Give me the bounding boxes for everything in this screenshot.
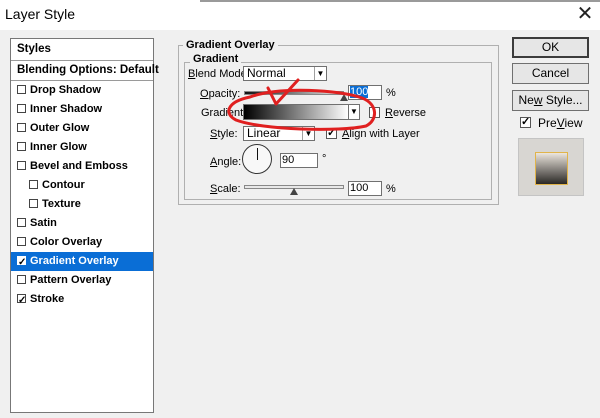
preview-label: PreView: [538, 116, 583, 130]
gradient-label: Gradient:: [201, 107, 247, 119]
style-item-stroke[interactable]: Stroke: [11, 290, 153, 310]
style-select[interactable]: Linear ▼: [243, 126, 315, 141]
opacity-slider-fill: [245, 92, 343, 94]
scale-unit: %: [386, 183, 396, 195]
ok-button[interactable]: OK: [512, 37, 589, 58]
scale-label: Scale:: [210, 183, 241, 195]
chevron-down-icon: ▼: [302, 127, 314, 140]
checkbox[interactable]: [17, 85, 26, 94]
checkbox[interactable]: [17, 275, 26, 284]
group-title: Gradient Overlay: [183, 39, 278, 51]
checkbox[interactable]: [17, 218, 26, 227]
blend-mode-label: Blend Mode:: [188, 68, 250, 80]
angle-dial[interactable]: [242, 144, 272, 174]
checkbox[interactable]: [17, 253, 26, 272]
preview-swatch: [535, 152, 568, 185]
background-window-edge: [200, 0, 600, 2]
opacity-input[interactable]: 100: [348, 85, 382, 100]
checkbox[interactable]: [17, 291, 26, 310]
checkbox[interactable]: [17, 104, 26, 113]
chevron-down-icon: ▼: [314, 67, 326, 80]
angle-unit: °: [322, 153, 327, 165]
preview-checkbox[interactable]: [520, 115, 531, 128]
blend-mode-value: Normal: [247, 66, 286, 80]
checkbox[interactable]: [17, 237, 26, 246]
new-style-button[interactable]: New Style...: [512, 90, 589, 111]
scale-slider-thumb[interactable]: [290, 188, 298, 195]
angle-input[interactable]: 90: [280, 153, 318, 168]
style-item-drop-shadow[interactable]: Drop Shadow: [11, 81, 153, 100]
style-item-bevel-and-emboss[interactable]: Bevel and Emboss: [11, 157, 153, 176]
opacity-label: Opacity:: [200, 88, 241, 100]
cancel-button[interactable]: Cancel: [512, 63, 589, 84]
opacity-slider-thumb[interactable]: [340, 94, 348, 101]
scale-input[interactable]: 100: [348, 181, 382, 196]
style-label: Style:: [210, 128, 238, 140]
angle-label: Angle:: [210, 156, 242, 168]
window-title: Layer Style: [5, 6, 76, 22]
style-item-contour[interactable]: Contour: [11, 176, 153, 195]
angle-dial-hand: [257, 148, 258, 160]
style-preview: [518, 138, 584, 196]
style-item-satin[interactable]: Satin: [11, 214, 153, 233]
reverse-label: Reverse: [385, 107, 426, 119]
reverse-checkbox[interactable]: [369, 107, 380, 118]
chevron-down-icon: ▼: [350, 107, 358, 116]
subgroup-title: Gradient: [190, 53, 242, 65]
style-item-gradient-overlay[interactable]: Gradient Overlay: [11, 252, 153, 272]
opacity-unit: %: [386, 87, 396, 99]
blending-options-item[interactable]: Blending Options: Default: [11, 61, 159, 80]
style-item-outer-glow[interactable]: Outer Glow: [11, 119, 153, 138]
checkbox[interactable]: [17, 123, 26, 132]
checkbox[interactable]: [29, 199, 38, 208]
checkbox[interactable]: [17, 142, 26, 151]
style-item-color-overlay[interactable]: Color Overlay: [11, 233, 153, 252]
align-with-layer-checkbox[interactable]: [326, 126, 337, 139]
style-item-inner-glow[interactable]: Inner Glow: [11, 138, 153, 157]
opacity-slider[interactable]: [244, 91, 344, 95]
checkbox[interactable]: [29, 180, 38, 189]
styles-list: Styles Blending Options: Default Drop Sh…: [10, 38, 159, 413]
style-item-pattern-overlay[interactable]: Pattern Overlay: [11, 271, 153, 290]
style-item-inner-shadow[interactable]: Inner Shadow: [11, 100, 153, 119]
style-value: Linear: [247, 126, 281, 140]
blend-mode-select[interactable]: Normal ▼: [243, 66, 327, 81]
title-bar: Layer Style ✕: [0, 0, 600, 30]
gradient-dropdown-button[interactable]: ▼: [348, 104, 360, 120]
checkbox[interactable]: [17, 161, 26, 170]
styles-header[interactable]: Styles: [11, 40, 153, 59]
layer-style-dialog: Layer Style ✕ Styles Blending Options: D…: [0, 0, 600, 418]
gradient-swatch[interactable]: [243, 104, 349, 120]
close-icon[interactable]: ✕: [574, 3, 596, 25]
align-with-layer-label: Align with Layer: [342, 128, 420, 140]
style-item-texture[interactable]: Texture: [11, 195, 153, 214]
